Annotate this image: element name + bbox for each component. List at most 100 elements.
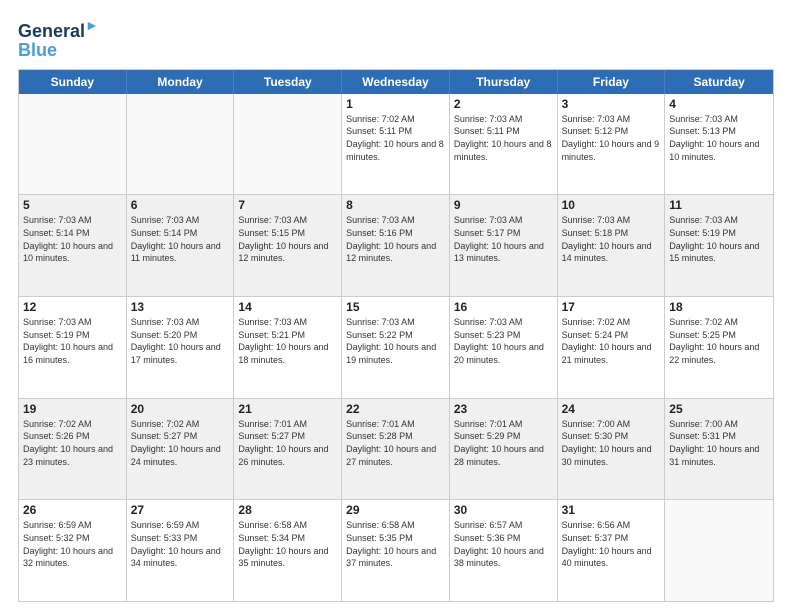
day-number: 6 [131,198,230,212]
day-number: 20 [131,402,230,416]
day-info: Sunrise: 7:03 AM Sunset: 5:23 PM Dayligh… [454,316,553,366]
day-info: Sunrise: 7:02 AM Sunset: 5:11 PM Dayligh… [346,113,445,163]
day-cell-25: 25 Sunrise: 7:00 AM Sunset: 5:31 PM Dayli… [665,399,773,500]
day-info: Sunrise: 7:03 AM Sunset: 5:18 PM Dayligh… [562,214,661,264]
day-info: Sunrise: 7:02 AM Sunset: 5:25 PM Dayligh… [669,316,769,366]
day-cell-22: 22 Sunrise: 7:01 AM Sunset: 5:28 PM Dayli… [342,399,450,500]
empty-cell [234,94,342,195]
day-info: Sunrise: 6:56 AM Sunset: 5:37 PM Dayligh… [562,519,661,569]
day-cell-29: 29Sunrise: 6:58 AM Sunset: 5:35 PM Dayli… [342,500,450,601]
empty-cell [127,94,235,195]
day-info: Sunrise: 7:00 AM Sunset: 5:31 PM Dayligh… [669,418,769,468]
day-info: Sunrise: 7:02 AM Sunset: 5:24 PM Dayligh… [562,316,661,366]
day-cell-18: 18 Sunrise: 7:02 AM Sunset: 5:25 PM Dayli… [665,297,773,398]
day-cell-1: 1 Sunrise: 7:02 AM Sunset: 5:11 PM Daylig… [342,94,450,195]
weekday-header-sunday: Sunday [19,70,127,94]
calendar-row-1: 1 Sunrise: 7:02 AM Sunset: 5:11 PM Daylig… [19,94,773,195]
day-info: Sunrise: 6:58 AM Sunset: 5:34 PM Dayligh… [238,519,337,569]
weekday-header-friday: Friday [558,70,666,94]
day-info: Sunrise: 7:03 AM Sunset: 5:22 PM Dayligh… [346,316,445,366]
day-info: Sunrise: 7:03 AM Sunset: 5:20 PM Dayligh… [131,316,230,366]
calendar: SundayMondayTuesdayWednesdayThursdayFrid… [18,69,774,602]
day-info: Sunrise: 7:01 AM Sunset: 5:28 PM Dayligh… [346,418,445,468]
day-number: 5 [23,198,122,212]
calendar-row-5: 26Sunrise: 6:59 AM Sunset: 5:32 PM Dayli… [19,499,773,601]
day-info: Sunrise: 7:03 AM Sunset: 5:19 PM Dayligh… [669,214,769,264]
weekday-header-monday: Monday [127,70,235,94]
day-cell-6: 6 Sunrise: 7:03 AM Sunset: 5:14 PM Daylig… [127,195,235,296]
day-info: Sunrise: 7:03 AM Sunset: 5:19 PM Dayligh… [23,316,122,366]
day-cell-19: 19 Sunrise: 7:02 AM Sunset: 5:26 PM Dayli… [19,399,127,500]
logo-blue: Blue [18,40,57,61]
day-info: Sunrise: 7:03 AM Sunset: 5:13 PM Dayligh… [669,113,769,163]
day-cell-9: 9 Sunrise: 7:03 AM Sunset: 5:17 PM Daylig… [450,195,558,296]
logo-general: General [18,21,85,41]
day-cell-2: 2Sunrise: 7:03 AM Sunset: 5:11 PM Daylig… [450,94,558,195]
day-info: Sunrise: 6:58 AM Sunset: 5:35 PM Dayligh… [346,519,445,569]
day-info: Sunrise: 7:03 AM Sunset: 5:14 PM Dayligh… [23,214,122,264]
day-cell-3: 3 Sunrise: 7:03 AM Sunset: 5:12 PM Daylig… [558,94,666,195]
weekday-header-saturday: Saturday [665,70,773,94]
calendar-header: SundayMondayTuesdayWednesdayThursdayFrid… [19,70,773,94]
day-number: 16 [454,300,553,314]
day-number: 22 [346,402,445,416]
day-number: 18 [669,300,769,314]
day-info: Sunrise: 6:57 AM Sunset: 5:36 PM Dayligh… [454,519,553,569]
day-cell-16: 16 Sunrise: 7:03 AM Sunset: 5:23 PM Dayli… [450,297,558,398]
day-number: 12 [23,300,122,314]
day-number: 30 [454,503,553,517]
calendar-page: General► Blue SundayMondayTuesdayWednesd… [0,0,792,612]
day-cell-10: 10 Sunrise: 7:03 AM Sunset: 5:18 PM Dayli… [558,195,666,296]
day-cell-28: 28 Sunrise: 6:58 AM Sunset: 5:34 PM Dayli… [234,500,342,601]
day-info: Sunrise: 7:03 AM Sunset: 5:11 PM Dayligh… [454,113,553,163]
day-number: 11 [669,198,769,212]
day-info: Sunrise: 7:03 AM Sunset: 5:14 PM Dayligh… [131,214,230,264]
day-info: Sunrise: 7:03 AM Sunset: 5:17 PM Dayligh… [454,214,553,264]
day-number: 1 [346,97,445,111]
day-number: 8 [346,198,445,212]
calendar-body: 1 Sunrise: 7:02 AM Sunset: 5:11 PM Daylig… [19,94,773,601]
header: General► Blue [18,18,774,61]
weekday-header-wednesday: Wednesday [342,70,450,94]
empty-cell [665,500,773,601]
day-cell-26: 26Sunrise: 6:59 AM Sunset: 5:32 PM Dayli… [19,500,127,601]
day-cell-24: 24 Sunrise: 7:00 AM Sunset: 5:30 PM Dayli… [558,399,666,500]
day-number: 4 [669,97,769,111]
day-number: 3 [562,97,661,111]
day-number: 23 [454,402,553,416]
day-info: Sunrise: 7:02 AM Sunset: 5:26 PM Dayligh… [23,418,122,468]
day-info: Sunrise: 7:03 AM Sunset: 5:15 PM Dayligh… [238,214,337,264]
day-cell-4: 4 Sunrise: 7:03 AM Sunset: 5:13 PM Daylig… [665,94,773,195]
day-info: Sunrise: 7:02 AM Sunset: 5:27 PM Dayligh… [131,418,230,468]
day-cell-30: 30 Sunrise: 6:57 AM Sunset: 5:36 PM Dayli… [450,500,558,601]
day-cell-27: 27 Sunrise: 6:59 AM Sunset: 5:33 PM Dayli… [127,500,235,601]
day-info: Sunrise: 7:00 AM Sunset: 5:30 PM Dayligh… [562,418,661,468]
day-number: 7 [238,198,337,212]
day-cell-7: 7 Sunrise: 7:03 AM Sunset: 5:15 PM Daylig… [234,195,342,296]
day-cell-15: 15Sunrise: 7:03 AM Sunset: 5:22 PM Dayli… [342,297,450,398]
day-cell-23: 23 Sunrise: 7:01 AM Sunset: 5:29 PM Dayli… [450,399,558,500]
day-cell-8: 8Sunrise: 7:03 AM Sunset: 5:16 PM Daylig… [342,195,450,296]
day-cell-17: 17Sunrise: 7:02 AM Sunset: 5:24 PM Dayli… [558,297,666,398]
day-info: Sunrise: 6:59 AM Sunset: 5:33 PM Dayligh… [131,519,230,569]
day-number: 19 [23,402,122,416]
day-number: 28 [238,503,337,517]
day-cell-31: 31Sunrise: 6:56 AM Sunset: 5:37 PM Dayli… [558,500,666,601]
calendar-row-4: 19 Sunrise: 7:02 AM Sunset: 5:26 PM Dayli… [19,398,773,500]
day-info: Sunrise: 7:03 AM Sunset: 5:21 PM Dayligh… [238,316,337,366]
day-info: Sunrise: 7:01 AM Sunset: 5:27 PM Dayligh… [238,418,337,468]
day-info: Sunrise: 7:03 AM Sunset: 5:12 PM Dayligh… [562,113,661,163]
day-cell-14: 14Sunrise: 7:03 AM Sunset: 5:21 PM Dayli… [234,297,342,398]
day-number: 10 [562,198,661,212]
day-number: 9 [454,198,553,212]
day-number: 27 [131,503,230,517]
day-cell-13: 13Sunrise: 7:03 AM Sunset: 5:20 PM Dayli… [127,297,235,398]
weekday-header-tuesday: Tuesday [234,70,342,94]
day-number: 25 [669,402,769,416]
day-number: 24 [562,402,661,416]
day-info: Sunrise: 7:01 AM Sunset: 5:29 PM Dayligh… [454,418,553,468]
day-cell-11: 11 Sunrise: 7:03 AM Sunset: 5:19 PM Dayli… [665,195,773,296]
day-number: 26 [23,503,122,517]
day-cell-21: 21 Sunrise: 7:01 AM Sunset: 5:27 PM Dayli… [234,399,342,500]
day-number: 21 [238,402,337,416]
